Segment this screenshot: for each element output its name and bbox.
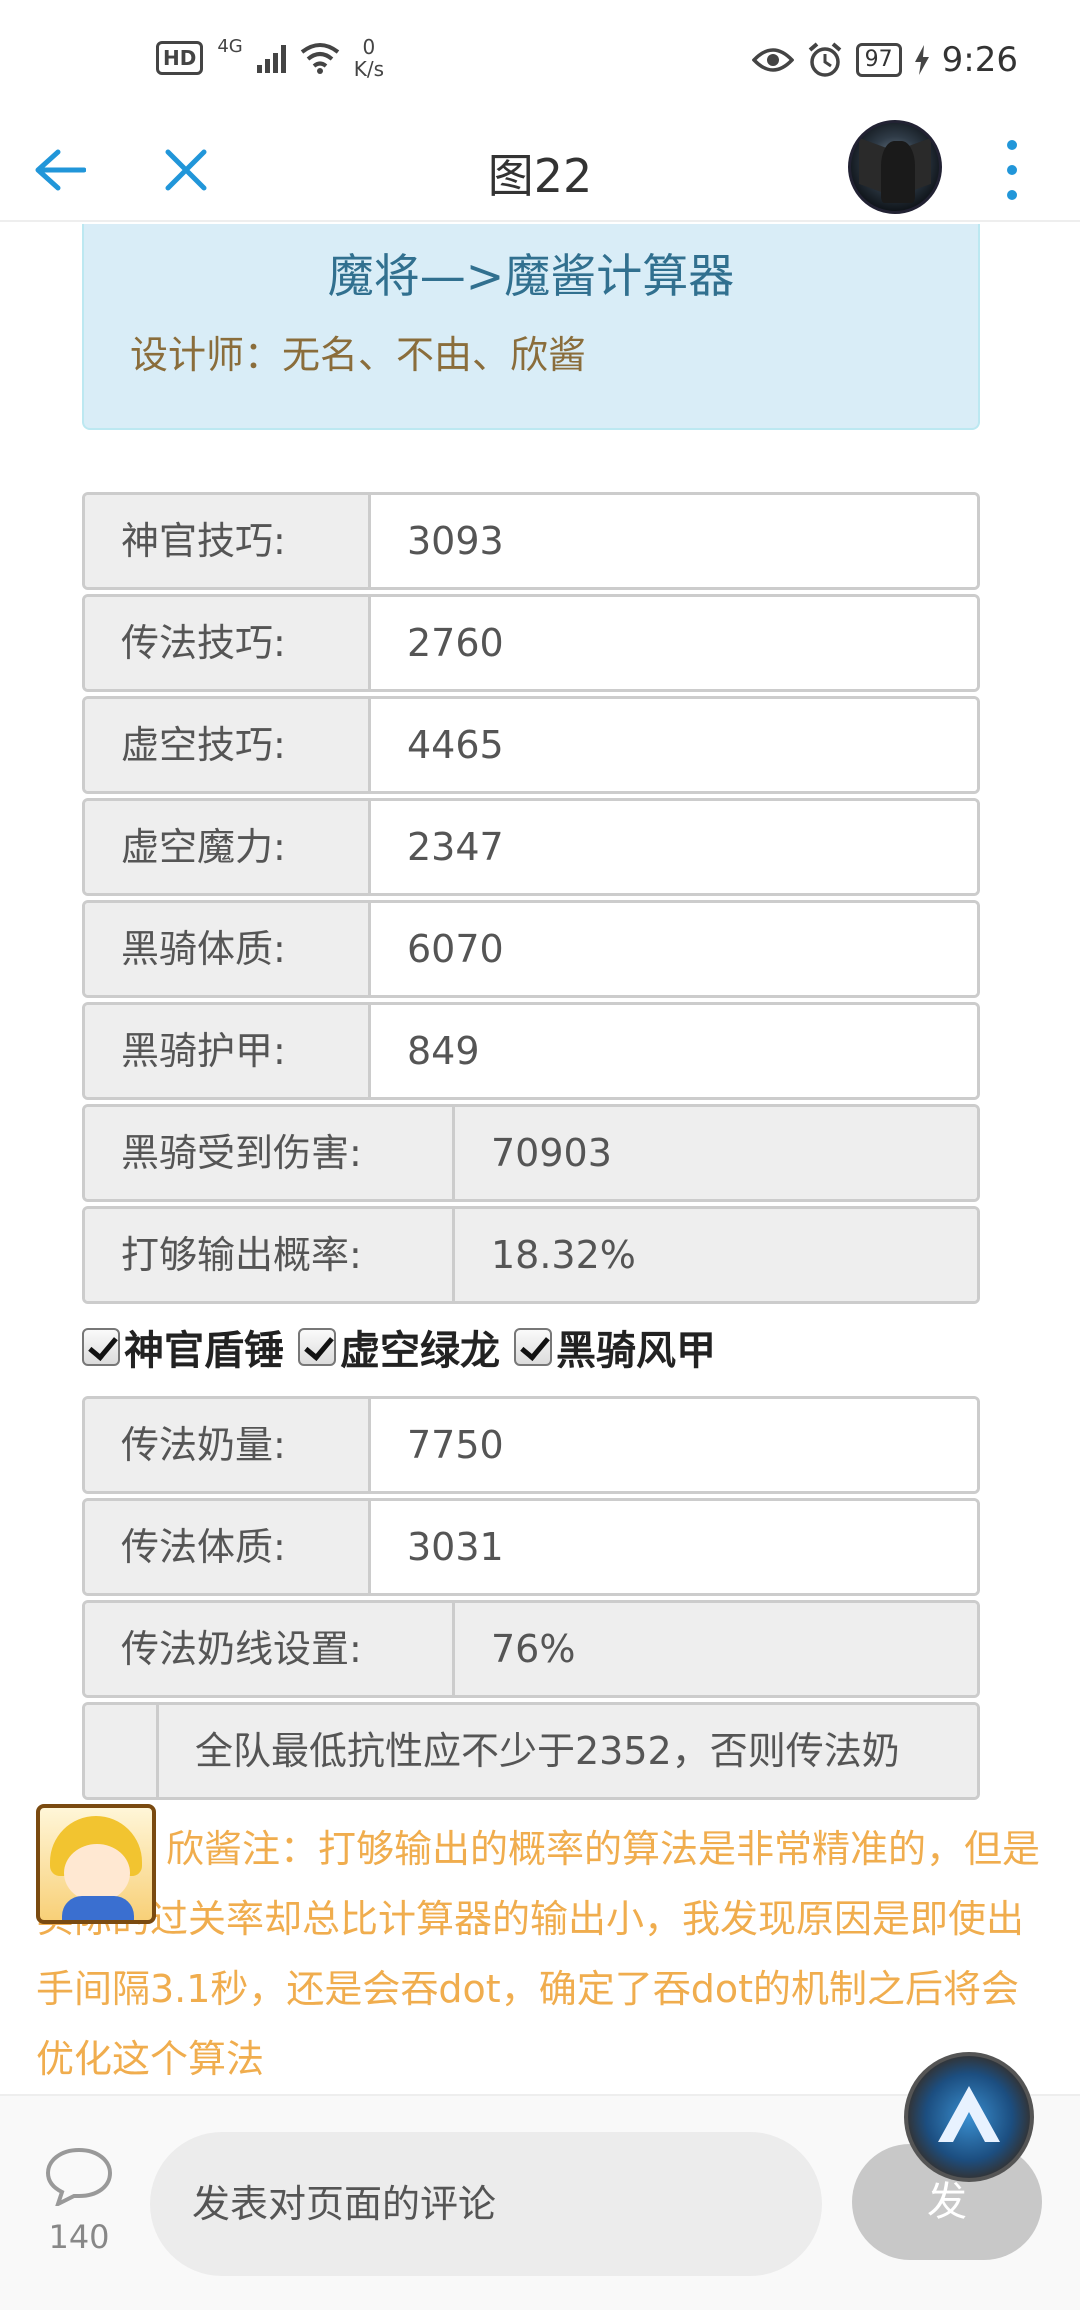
field-row-void-magic: 虚空魔力: 2347 xyxy=(82,798,980,896)
net-speed-unit: K/s xyxy=(353,57,385,81)
field-row-dk-constitution: 黑骑体质: 6070 xyxy=(82,900,980,998)
checkbox-void-dragon[interactable]: 虚空绿龙 xyxy=(298,1318,500,1376)
more-dot-icon xyxy=(1007,190,1017,201)
checkbox-label: 黑骑风甲 xyxy=(556,1328,716,1374)
field-input[interactable]: 849 xyxy=(371,1005,977,1097)
alarm-icon xyxy=(808,42,841,77)
status-left: HD 4G 0 K/s xyxy=(156,36,384,80)
result-value: 18.32% xyxy=(455,1209,977,1301)
result-label: 传法奶线设置: xyxy=(85,1603,455,1695)
field-input[interactable]: 2760 xyxy=(371,597,977,689)
field-input[interactable]: 4465 xyxy=(371,699,977,791)
result-value: 76% xyxy=(455,1603,977,1695)
field-row-void-skill: 虚空技巧: 4465 xyxy=(82,696,980,794)
signal-icon xyxy=(256,43,286,73)
field-input[interactable]: 2347 xyxy=(371,801,977,893)
field-label: 传法奶量: xyxy=(85,1399,371,1491)
field-input[interactable]: 6070 xyxy=(371,903,977,995)
net-speed: 0 K/s xyxy=(354,36,384,80)
result-row-dk-damage: 黑骑受到伤害: 70903 xyxy=(82,1104,980,1202)
resist-note: 全队最低抗性应不少于2352，否则传法奶 xyxy=(159,1705,977,1797)
note-label-cell xyxy=(85,1705,159,1797)
calculator-info-box: 魔将—>魔酱计算器 设计师：无名、不由、欣酱 xyxy=(82,224,980,430)
calculator-designers: 设计师：无名、不由、欣酱 xyxy=(130,333,587,377)
author-note-text: 欣酱注：打够输出的概率的算法是非常精准的，但是实际的过关率却总比计算器的输出小，… xyxy=(36,1827,1041,2081)
checkbox-checked-icon[interactable] xyxy=(82,1328,120,1366)
result-label: 黑骑受到伤害: xyxy=(85,1107,455,1199)
field-label: 虚空魔力: xyxy=(85,801,371,893)
comment-input[interactable]: 发表对页面的评论 xyxy=(150,2132,822,2276)
comments-button[interactable]: 140 xyxy=(36,2146,122,2256)
charging-icon xyxy=(914,45,929,75)
field-row-priest-skill: 神官技巧: 3093 xyxy=(82,492,980,590)
checkbox-checked-icon[interactable] xyxy=(298,1328,336,1366)
field-label: 黑骑体质: xyxy=(85,903,371,995)
field-input[interactable]: 7750 xyxy=(371,1399,977,1491)
app-header: 图22 xyxy=(0,120,1080,222)
field-label: 黑骑护甲: xyxy=(85,1005,371,1097)
battery-indicator: 97 xyxy=(855,43,902,77)
field-row-dk-armor: 黑骑护甲: 849 xyxy=(82,1002,980,1100)
more-menu-button[interactable] xyxy=(992,132,1032,208)
checkbox-label: 神官盾锤 xyxy=(124,1328,284,1374)
author-avatar xyxy=(36,1804,156,1924)
checkbox-label: 虚空绿龙 xyxy=(340,1328,500,1374)
checkbox-checked-icon[interactable] xyxy=(514,1328,552,1366)
clock: 9:26 xyxy=(941,40,1018,80)
more-dot-icon xyxy=(1007,164,1017,175)
user-avatar[interactable] xyxy=(848,120,942,214)
field-label: 虚空技巧: xyxy=(85,699,371,791)
field-row-chuanfa-constitution: 传法体质: 3031 xyxy=(82,1498,980,1596)
checkbox-priest-shield[interactable]: 神官盾锤 xyxy=(82,1318,284,1376)
status-right: 97 9:26 xyxy=(751,40,1018,80)
field-input[interactable]: 3031 xyxy=(371,1501,977,1593)
floating-game-button[interactable] xyxy=(904,2052,1034,2182)
field-label: 传法体质: xyxy=(85,1501,371,1593)
resist-note-row: 全队最低抗性应不少于2352，否则传法奶 xyxy=(82,1702,980,1800)
comment-bubble-icon xyxy=(45,2147,113,2208)
checkbox-dk-wind-armor[interactable]: 黑骑风甲 xyxy=(514,1318,716,1376)
comment-count: 140 xyxy=(48,2218,110,2256)
network-type: 4G xyxy=(217,36,243,57)
hd-badge: HD xyxy=(156,41,204,75)
comment-bar: 140 发表对页面的评论 发 xyxy=(0,2052,1080,2310)
status-bar: HD 4G 0 K/s 97 9:26 xyxy=(0,0,1080,120)
field-label: 神官技巧: xyxy=(85,495,371,587)
game-logo-icon xyxy=(938,2086,1000,2142)
result-label: 打够输出概率: xyxy=(85,1209,455,1301)
field-input[interactable]: 3093 xyxy=(371,495,977,587)
field-row-chuanfa-skill: 传法技巧: 2760 xyxy=(82,594,980,692)
calculator-title: 魔将—>魔酱计算器 xyxy=(327,249,735,303)
more-dot-icon xyxy=(1007,139,1017,150)
result-row-output-probability: 打够输出概率: 18.32% xyxy=(82,1206,980,1304)
result-value: 70903 xyxy=(455,1107,977,1199)
wifi-icon xyxy=(300,43,339,74)
field-row-chuanfa-heal: 传法奶量: 7750 xyxy=(82,1396,980,1494)
field-label: 传法技巧: xyxy=(85,597,371,689)
result-row-heal-line: 传法奶线设置: 76% xyxy=(82,1600,980,1698)
eye-icon xyxy=(751,48,794,72)
net-speed-value: 0 xyxy=(362,35,376,59)
option-checkboxes: 神官盾锤 虚空绿龙 黑骑风甲 xyxy=(82,1318,730,1376)
